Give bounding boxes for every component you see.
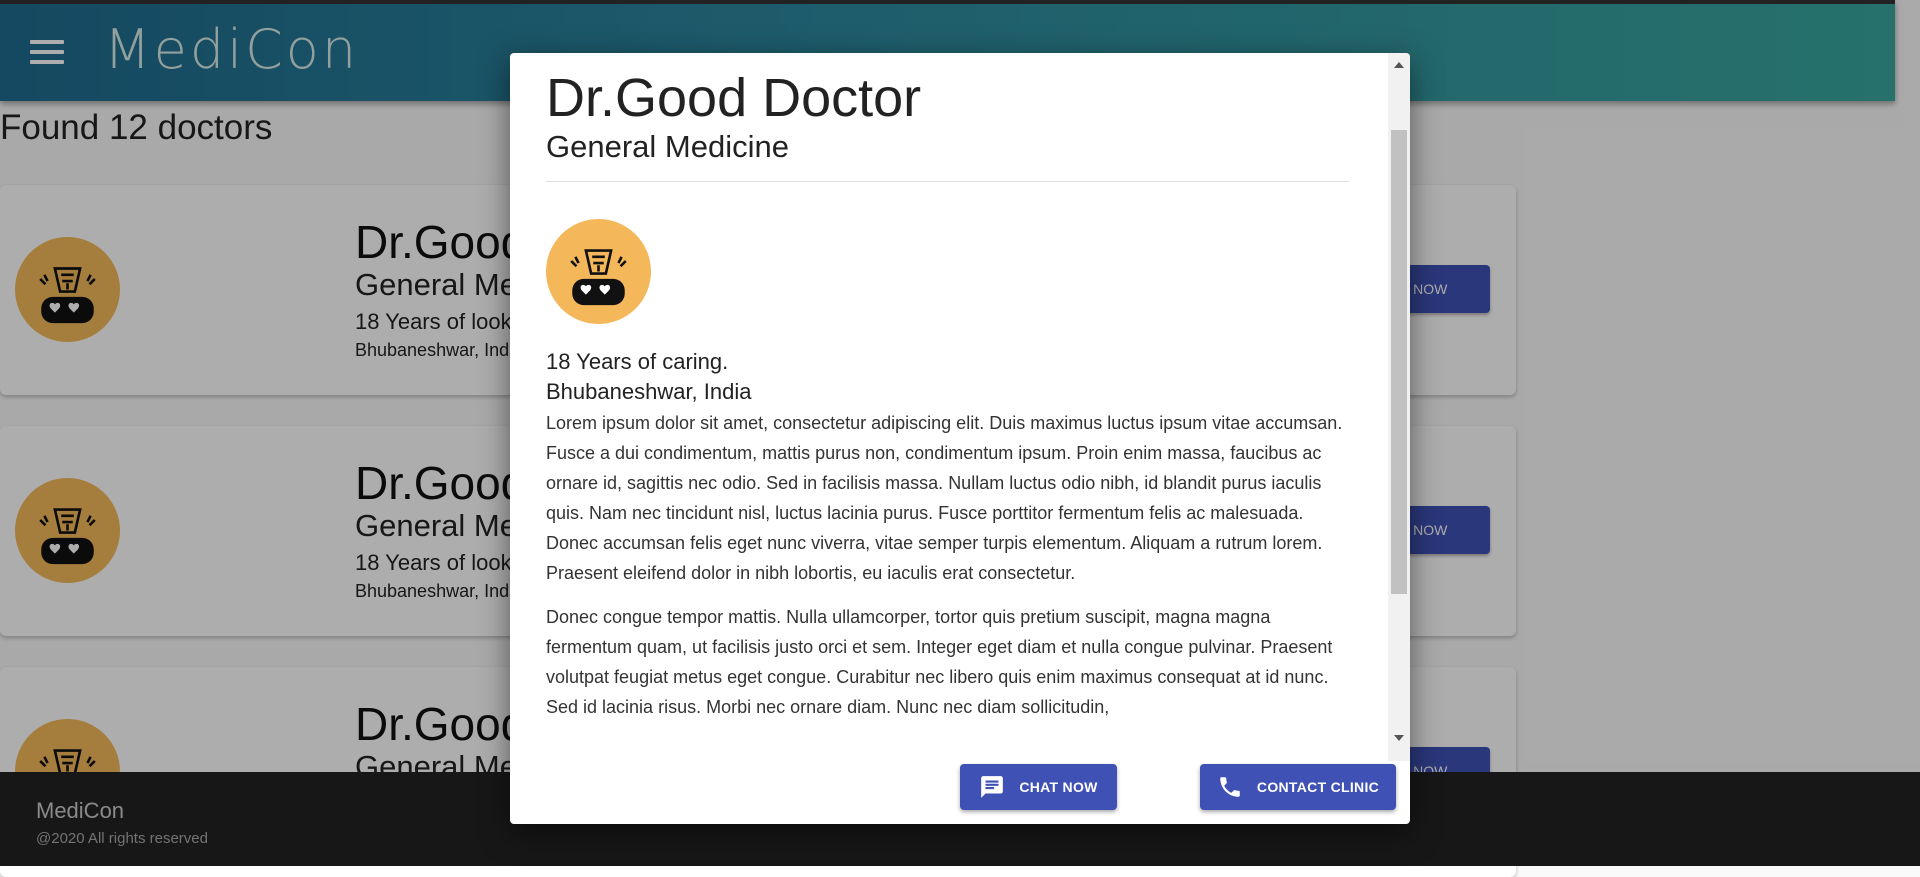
doctor-detail-dialog: Dr.Good Doctor General Medicine 18 Years… [510,53,1410,824]
dialog-description: Lorem ipsum dolor sit amet, consectetur … [546,408,1356,736]
dialog-specialty: General Medicine [546,129,789,164]
scroll-down-arrow-icon[interactable] [1394,735,1404,741]
dialog-years: 18 Years of caring. [546,349,729,374]
description-paragraph: Lorem ipsum dolor sit amet, consectetur … [546,413,1343,583]
chat-now-label: CHAT NOW [1019,779,1098,795]
doctor-avatar-icon [546,219,651,324]
contact-clinic-label: CONTACT CLINIC [1256,779,1380,795]
divider [546,181,1349,182]
dialog-content[interactable]: Dr.Good Doctor General Medicine 18 Years… [510,53,1388,761]
dialog-scrollbar[interactable] [1388,53,1410,761]
chat-icon [981,776,1004,798]
scrollbar-thumb[interactable] [1391,130,1407,594]
phone-icon [1220,777,1240,797]
scroll-up-arrow-icon[interactable] [1394,62,1404,68]
chat-now-button[interactable]: CHAT NOW [960,764,1117,810]
dialog-location: Bhubaneshwar, India [546,379,752,404]
description-paragraph: Donec congue tempor mattis. Nulla ullamc… [546,607,1333,717]
dialog-title: Dr.Good Doctor [546,68,922,128]
contact-clinic-button[interactable]: CONTACT CLINIC [1200,764,1396,810]
